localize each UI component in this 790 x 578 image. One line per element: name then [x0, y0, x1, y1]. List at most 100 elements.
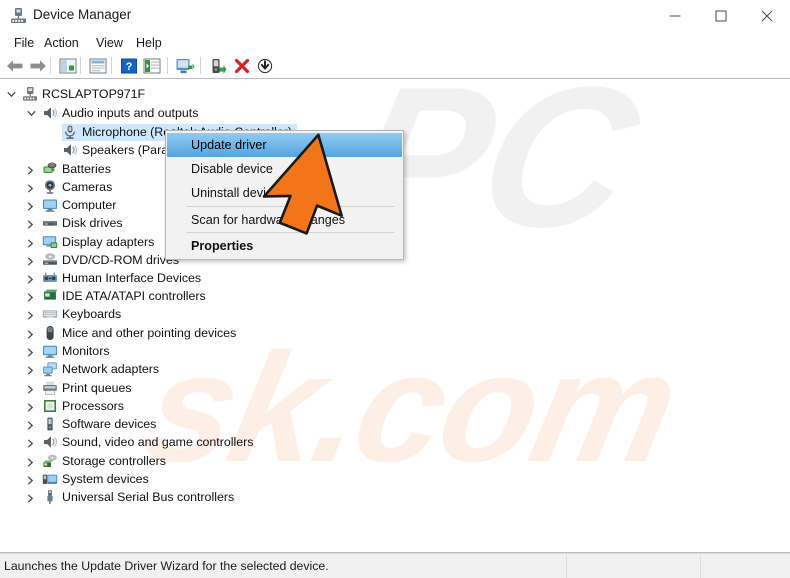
- tree-label: Print queues: [62, 381, 132, 395]
- chevron-right-icon[interactable]: [26, 398, 37, 415]
- chevron-right-icon[interactable]: [26, 453, 37, 470]
- chevron-right-icon[interactable]: [26, 361, 37, 378]
- tree-label: DVD/CD-ROM drives: [62, 253, 180, 267]
- svg-text:?: ?: [125, 61, 132, 73]
- tree-row-processors[interactable]: Processors: [0, 398, 790, 415]
- dvd-drive-icon: [42, 252, 58, 268]
- device-manager-icon: [10, 7, 27, 24]
- context-menu-item-update-driver[interactable]: Update driver: [167, 133, 402, 157]
- forward-arrow-icon[interactable]: [27, 55, 48, 76]
- menu-action[interactable]: Action: [38, 34, 85, 52]
- context-menu-separator: [186, 232, 394, 233]
- chevron-right-icon[interactable]: [26, 306, 37, 323]
- device-context-menu: Update driver Disable device Uninstall d…: [165, 130, 404, 260]
- tree-label: Cameras: [62, 180, 113, 194]
- tree-label: Audio inputs and outputs: [62, 106, 199, 120]
- title-bar: Device Manager: [0, 0, 790, 32]
- maximize-button[interactable]: [698, 0, 744, 31]
- disk-drive-icon: [42, 215, 58, 231]
- display-adapter-icon: [42, 234, 58, 250]
- chevron-right-icon[interactable]: [26, 471, 37, 488]
- show-hide-console-tree-icon[interactable]: [57, 55, 78, 76]
- disable-device-icon[interactable]: [254, 55, 275, 76]
- tree-row-audio-inputs-and-outputs[interactable]: Audio inputs and outputs: [0, 105, 790, 122]
- chevron-down-icon[interactable]: [26, 105, 37, 122]
- network-adapter-icon: [42, 361, 58, 377]
- toolbar-separator: [80, 57, 81, 74]
- close-button[interactable]: [744, 0, 790, 31]
- chevron-right-icon[interactable]: [26, 215, 37, 232]
- keyboard-icon: [42, 306, 58, 322]
- tree-label: Processors: [62, 399, 124, 413]
- minimize-button[interactable]: [652, 0, 698, 31]
- chevron-right-icon[interactable]: [26, 416, 37, 433]
- toolbar: ?: [0, 53, 790, 79]
- battery-icon: [42, 161, 58, 177]
- scan-hardware-changes-icon[interactable]: [174, 55, 195, 76]
- tree-row-network-adapters[interactable]: Network adapters: [0, 361, 790, 378]
- chevron-right-icon[interactable]: [26, 179, 37, 196]
- context-menu-item-properties[interactable]: Properties: [167, 234, 402, 258]
- tree-label: Keyboards: [62, 307, 122, 321]
- tree-row-ide-ata-atapi-controllers[interactable]: IDE ATA/ATAPI controllers: [0, 288, 790, 305]
- tree-label: Display adapters: [62, 235, 155, 249]
- context-menu-item-disable-device[interactable]: Disable device: [167, 157, 402, 181]
- tree-row-software-devices[interactable]: Software devices: [0, 416, 790, 433]
- chevron-right-icon[interactable]: [26, 380, 37, 397]
- tree-row-rcslaptop971f[interactable]: RCSLAPTOP971F: [0, 86, 790, 103]
- chevron-down-icon[interactable]: [6, 86, 17, 103]
- status-bar: Launches the Update Driver Wizard for th…: [0, 553, 790, 578]
- chevron-right-icon[interactable]: [26, 288, 37, 305]
- tree-label: RCSLAPTOP971F: [42, 87, 146, 101]
- chevron-right-icon[interactable]: [26, 343, 37, 360]
- chevron-right-icon[interactable]: [26, 270, 37, 287]
- tree-row-monitors[interactable]: Monitors: [0, 343, 790, 360]
- tree-label: Mice and other pointing devices: [62, 326, 237, 340]
- toolbar-separator: [111, 57, 112, 74]
- menu-file[interactable]: File: [8, 34, 40, 52]
- tree-row-mice-and-other-pointing-devices[interactable]: Mice and other pointing devices: [0, 325, 790, 342]
- storage-controller-icon: [42, 453, 58, 469]
- chevron-right-icon[interactable]: [26, 234, 37, 251]
- tree-row-universal-serial-bus-controllers[interactable]: Universal Serial Bus controllers: [0, 489, 790, 506]
- microphone-icon: [62, 124, 78, 140]
- software-device-icon: [42, 416, 58, 432]
- tree-row-sound-video-and-game-controllers[interactable]: Sound, video and game controllers: [0, 434, 790, 451]
- chevron-right-icon[interactable]: [26, 434, 37, 451]
- menu-help[interactable]: Help: [130, 34, 168, 52]
- chevron-right-icon[interactable]: [26, 197, 37, 214]
- chevron-right-icon[interactable]: [26, 161, 37, 178]
- tree-row-print-queues[interactable]: Print queues: [0, 380, 790, 397]
- tree-label: Storage controllers: [62, 454, 166, 468]
- context-menu-separator: [186, 206, 394, 207]
- context-menu-item-uninstall-device[interactable]: Uninstall device: [167, 181, 402, 205]
- tree-label: Disk drives: [62, 216, 123, 230]
- tree-row-storage-controllers[interactable]: Storage controllers: [0, 453, 790, 470]
- device-manager-window: PC sk.com Device Manager File Action Vie…: [0, 0, 790, 578]
- usb-controller-icon: [42, 489, 58, 505]
- display-window-icon[interactable]: [141, 55, 162, 76]
- update-driver-icon[interactable]: [208, 55, 229, 76]
- toolbar-separator: [200, 57, 201, 74]
- mouse-icon: [42, 325, 58, 341]
- tree-label: Human Interface Devices: [62, 271, 202, 285]
- tree-label: Batteries: [62, 162, 111, 176]
- menu-view[interactable]: View: [90, 34, 129, 52]
- tree-row-keyboards[interactable]: Keyboards: [0, 306, 790, 323]
- uninstall-device-icon[interactable]: [231, 55, 252, 76]
- status-separator: [566, 555, 567, 578]
- speaker-icon: [42, 105, 58, 121]
- tree-row-human-interface-devices[interactable]: Human Interface Devices: [0, 270, 790, 287]
- chevron-right-icon[interactable]: [26, 325, 37, 342]
- context-menu-item-scan-for-hardware-changes[interactable]: Scan for hardware changes: [167, 208, 402, 232]
- tree-label: Sound, video and game controllers: [62, 435, 254, 449]
- chevron-right-icon[interactable]: [26, 252, 37, 269]
- back-arrow-icon[interactable]: [4, 55, 25, 76]
- chevron-right-icon[interactable]: [26, 489, 37, 506]
- tree-row-system-devices[interactable]: System devices: [0, 471, 790, 488]
- speaker-small-icon: [62, 142, 78, 158]
- properties-icon[interactable]: [87, 55, 108, 76]
- help-icon[interactable]: ?: [118, 55, 139, 76]
- monitor-icon: [42, 343, 58, 359]
- tree-label: System devices: [62, 472, 149, 486]
